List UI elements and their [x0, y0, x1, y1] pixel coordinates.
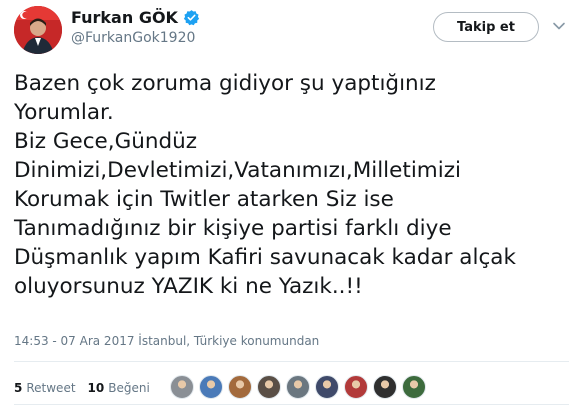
retweet-count: 5 [14, 381, 23, 395]
user-avatar[interactable] [14, 6, 62, 54]
tweet-card: Furkan GÖK @FurkanGok1920 Takip et Bazen… [0, 0, 579, 415]
verified-badge-icon [183, 10, 200, 26]
chevron-down-icon[interactable] [552, 19, 566, 33]
liker-avatar[interactable] [199, 375, 223, 399]
divider [14, 404, 569, 405]
liker-avatar[interactable] [315, 375, 339, 399]
tweet-timestamp[interactable]: 14:53 - 07 Ara 2017 İstanbul, Türkiye ko… [14, 334, 319, 348]
like-stat[interactable]: 10 Beğeni [88, 381, 150, 395]
liker-avatar[interactable] [257, 375, 281, 399]
liker-avatar[interactable] [170, 375, 194, 399]
retweet-stat[interactable]: 5 Retweet [14, 381, 76, 395]
liker-avatar[interactable] [373, 375, 397, 399]
liker-avatar[interactable] [344, 375, 368, 399]
profile-photo-icon [14, 6, 62, 54]
liker-avatar[interactable] [286, 375, 310, 399]
display-name[interactable]: Furkan GÖK [71, 8, 178, 27]
user-name-row: Furkan GÖK [71, 8, 200, 27]
like-count: 10 [87, 381, 105, 395]
retweet-label: Retweet [26, 381, 76, 395]
like-label: Beğeni [108, 381, 150, 395]
liker-avatar[interactable] [228, 375, 252, 399]
follow-button[interactable]: Takip et [433, 12, 539, 42]
liker-avatars [170, 375, 431, 399]
divider [14, 361, 569, 362]
tweet-stats: 5 Retweet 10 Beğeni [14, 381, 162, 395]
user-handle[interactable]: @FurkanGok1920 [71, 30, 195, 46]
liker-avatar[interactable] [402, 375, 426, 399]
tweet-text: Bazen çok zoruma gidiyor şu yaptığınız Y… [14, 71, 516, 299]
